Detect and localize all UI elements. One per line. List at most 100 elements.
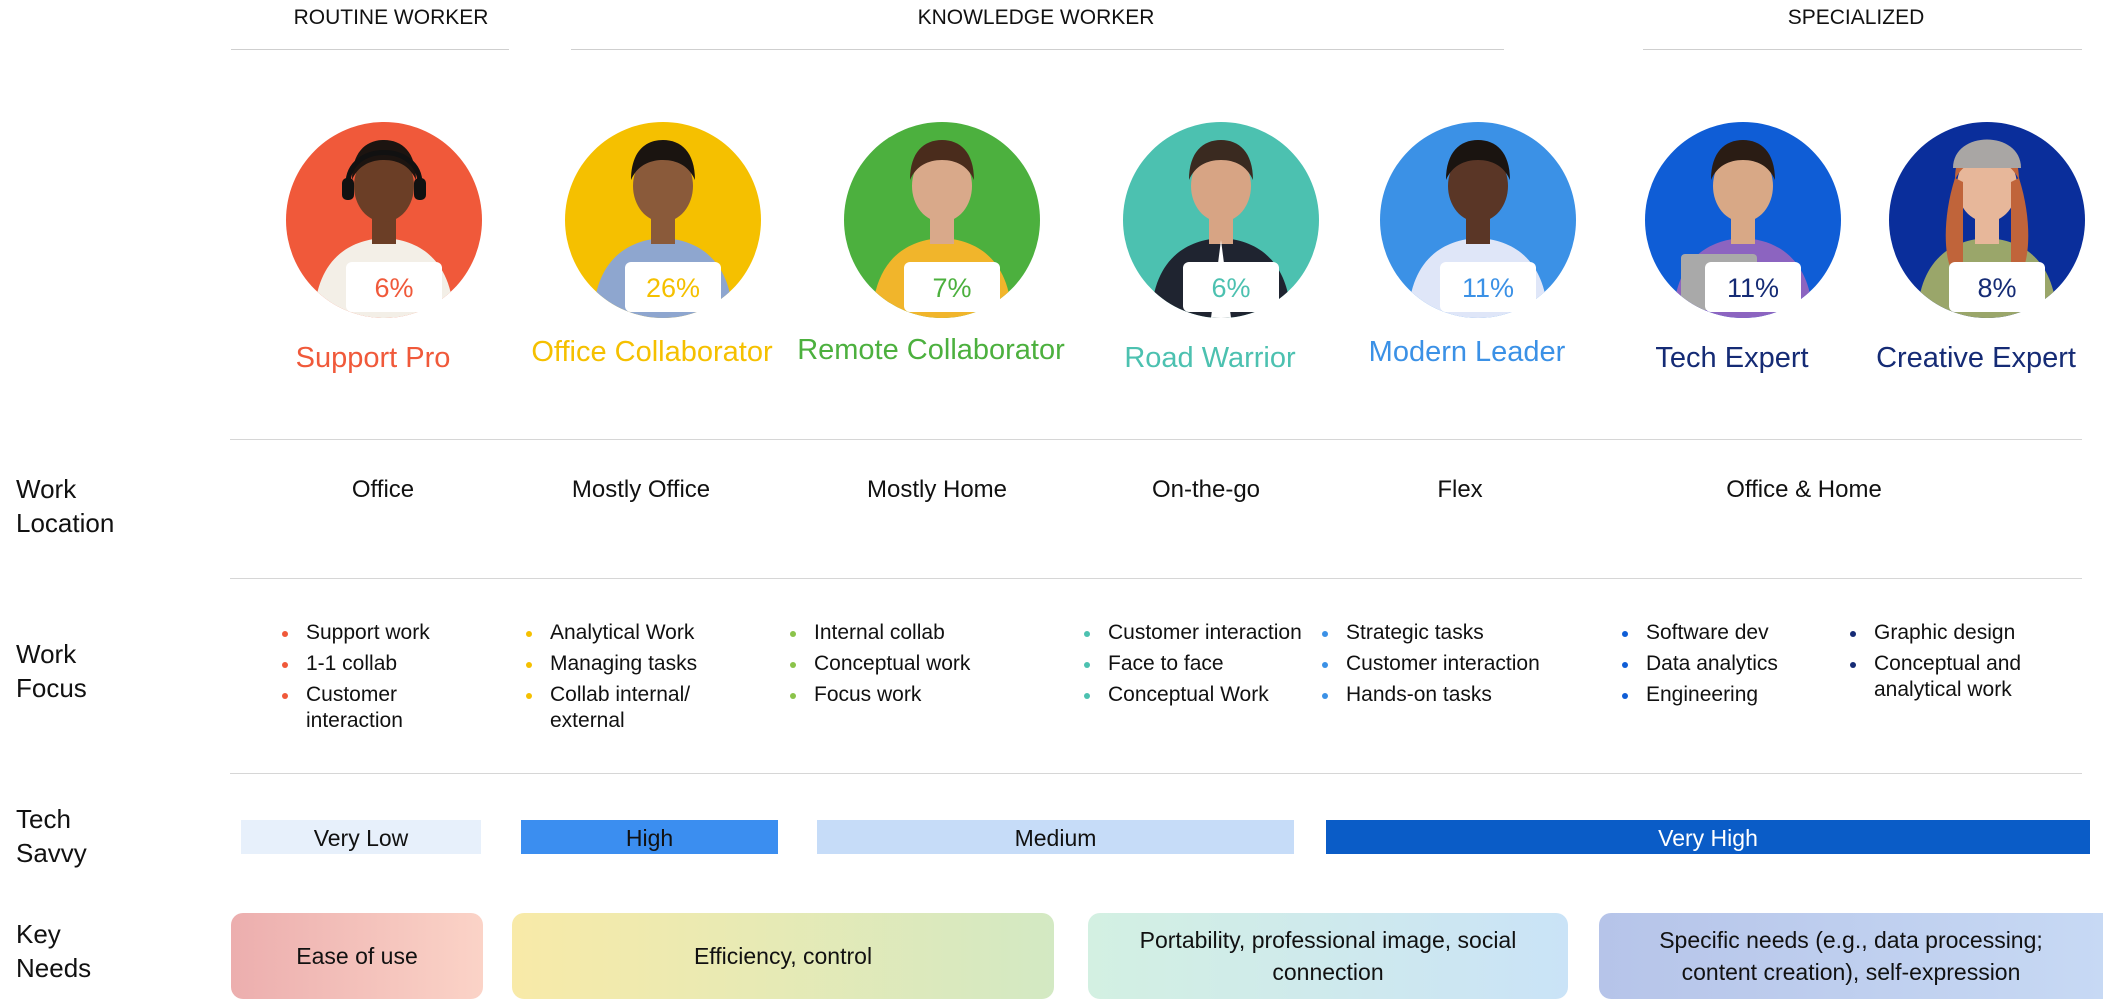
focus-item: Customer interaction — [282, 682, 442, 734]
tech-bar-very-high: Very High — [1326, 820, 2090, 854]
focus-item-text: Strategic tasks — [1346, 621, 1484, 644]
bullet-icon — [282, 631, 288, 637]
focus-item: Customer interaction — [1084, 620, 1324, 646]
focus-item-text: Engineering — [1646, 683, 1759, 706]
location-flex: Flex — [1437, 476, 1483, 503]
persona-card: 7% Remote Collaborator — [797, 80, 1065, 380]
category-knowledge-underline — [571, 49, 1504, 50]
row-label-line: Key — [16, 919, 61, 949]
persona-card: 8% Creative Expert — [1851, 80, 2101, 380]
row-label-line: Savvy — [16, 838, 87, 868]
focus-item-text: Analytical Work — [550, 621, 695, 644]
focus-item: Strategic tasks — [1322, 620, 1562, 646]
persona-name: Remote Collaborator — [797, 334, 1065, 366]
persona-percentage-badge: 6% — [1183, 262, 1279, 312]
bullet-icon — [1322, 693, 1328, 699]
focus-item: Focus work — [790, 682, 990, 708]
bullet-icon — [790, 662, 796, 668]
row-label-key-needs: Key Needs — [16, 917, 91, 985]
divider-focus-top — [230, 578, 2082, 579]
row-label-tech-savvy: Tech Savvy — [16, 802, 87, 870]
focus-list: Support work 1-1 collab Customer interacti… — [282, 620, 442, 739]
location-office: Office — [351, 476, 415, 503]
bullet-icon — [1622, 662, 1628, 668]
bullet-icon — [1084, 693, 1090, 699]
divider-location-top — [230, 439, 2082, 440]
focus-item-text: Data analytics — [1646, 652, 1778, 675]
persona-name: Creative Expert — [1876, 342, 2076, 374]
focus-item: Hands-on tasks — [1322, 682, 1562, 708]
focus-item-text: Conceptual and analytical work — [1874, 652, 2022, 701]
persona-percentage-badge: 7% — [904, 262, 1000, 312]
persona-percentage-badge: 8% — [1949, 262, 2045, 312]
bullet-icon — [282, 693, 288, 699]
persona-name: Office Collaborator — [531, 336, 773, 368]
bullet-icon — [1322, 662, 1328, 668]
focus-item: Software dev — [1622, 620, 1822, 646]
category-specialized-underline — [1643, 49, 2082, 50]
focus-item-text: Managing tasks — [550, 652, 698, 675]
persona-card: 11% Modern Leader — [1342, 80, 1592, 380]
persona-card: 11% Tech Expert — [1607, 80, 1857, 380]
persona-card: 6% Support Pro — [248, 80, 498, 380]
tech-bar-high: High — [521, 820, 778, 854]
tech-bar-medium: Medium — [817, 820, 1294, 854]
focus-item-text: Software dev — [1646, 621, 1769, 644]
persona-percentage-badge: 26% — [625, 262, 721, 312]
focus-list: Analytical Work Managing tasks Collab inte… — [526, 620, 726, 739]
bullet-icon — [526, 631, 532, 637]
focus-item-text: Face to face — [1108, 652, 1224, 675]
category-specialized: SPECIALIZED — [1787, 6, 1925, 29]
category-routine-worker: ROUTINE WORKER — [293, 6, 489, 29]
focus-item: Face to face — [1084, 651, 1324, 677]
bullet-icon — [1622, 631, 1628, 637]
focus-item-text: Hands-on tasks — [1346, 683, 1492, 706]
focus-item-text: Conceptual work — [814, 652, 971, 675]
row-label-line: Work — [16, 474, 77, 504]
persona-name: Modern Leader — [1368, 336, 1566, 368]
row-label-work-focus: Work Focus — [16, 637, 87, 705]
focus-item-text: 1-1 collab — [306, 652, 398, 675]
need-specific-needs: Specific needs (e.g., data processing; c… — [1599, 913, 2103, 999]
bullet-icon — [1084, 662, 1090, 668]
row-label-line: Tech — [16, 804, 71, 834]
focus-item-text: Customer interaction — [1108, 621, 1302, 644]
bullet-icon — [526, 693, 532, 699]
bullet-icon — [1622, 693, 1628, 699]
focus-item: Support work — [282, 620, 442, 646]
bullet-icon — [282, 662, 288, 668]
focus-item: Graphic design — [1850, 620, 2070, 646]
focus-item: Analytical Work — [526, 620, 726, 646]
row-label-work-location: Work Location — [16, 472, 114, 540]
location-office-and-home: Office & Home — [1726, 476, 1882, 503]
category-routine-underline — [231, 49, 509, 50]
focus-item: Internal collab — [790, 620, 990, 646]
focus-item: Engineering — [1622, 682, 1822, 708]
bullet-icon — [790, 631, 796, 637]
location-on-the-go: On-the-go — [1151, 476, 1261, 503]
focus-item-text: Customer interaction — [1346, 652, 1540, 675]
persona-name: Road Warrior — [1124, 342, 1296, 374]
focus-item-text: Support work — [306, 621, 430, 644]
focus-list: Graphic design Conceptual and analytical … — [1850, 620, 2070, 708]
row-label-line: Needs — [16, 953, 92, 983]
focus-list: Customer interaction Face to face Conceptu… — [1084, 620, 1324, 713]
persona-percentage-badge: 11% — [1705, 262, 1801, 312]
focus-item: Data analytics — [1622, 651, 1822, 677]
focus-item: Collab internal/ external — [526, 682, 726, 734]
persona-card: 26% Office Collaborator — [527, 80, 777, 380]
focus-item: Conceptual Work — [1084, 682, 1324, 708]
bullet-icon — [1084, 631, 1090, 637]
focus-item-text: Collab internal/ external — [550, 683, 691, 732]
focus-item: Conceptual work — [790, 651, 990, 677]
focus-item-text: Internal collab — [814, 621, 945, 644]
bullet-icon — [526, 662, 532, 668]
row-label-line: Work — [16, 639, 77, 669]
focus-item-text: Focus work — [814, 683, 922, 706]
need-portability: Portability, professional image, social … — [1088, 913, 1568, 999]
row-label-line: Location — [16, 508, 115, 538]
tech-bar-very-low: Very Low — [241, 820, 481, 854]
location-mostly-office: Mostly Office — [571, 476, 711, 503]
need-ease-of-use: Ease of use — [231, 913, 483, 999]
focus-list: Strategic tasks Customer interaction Hands… — [1322, 620, 1562, 713]
